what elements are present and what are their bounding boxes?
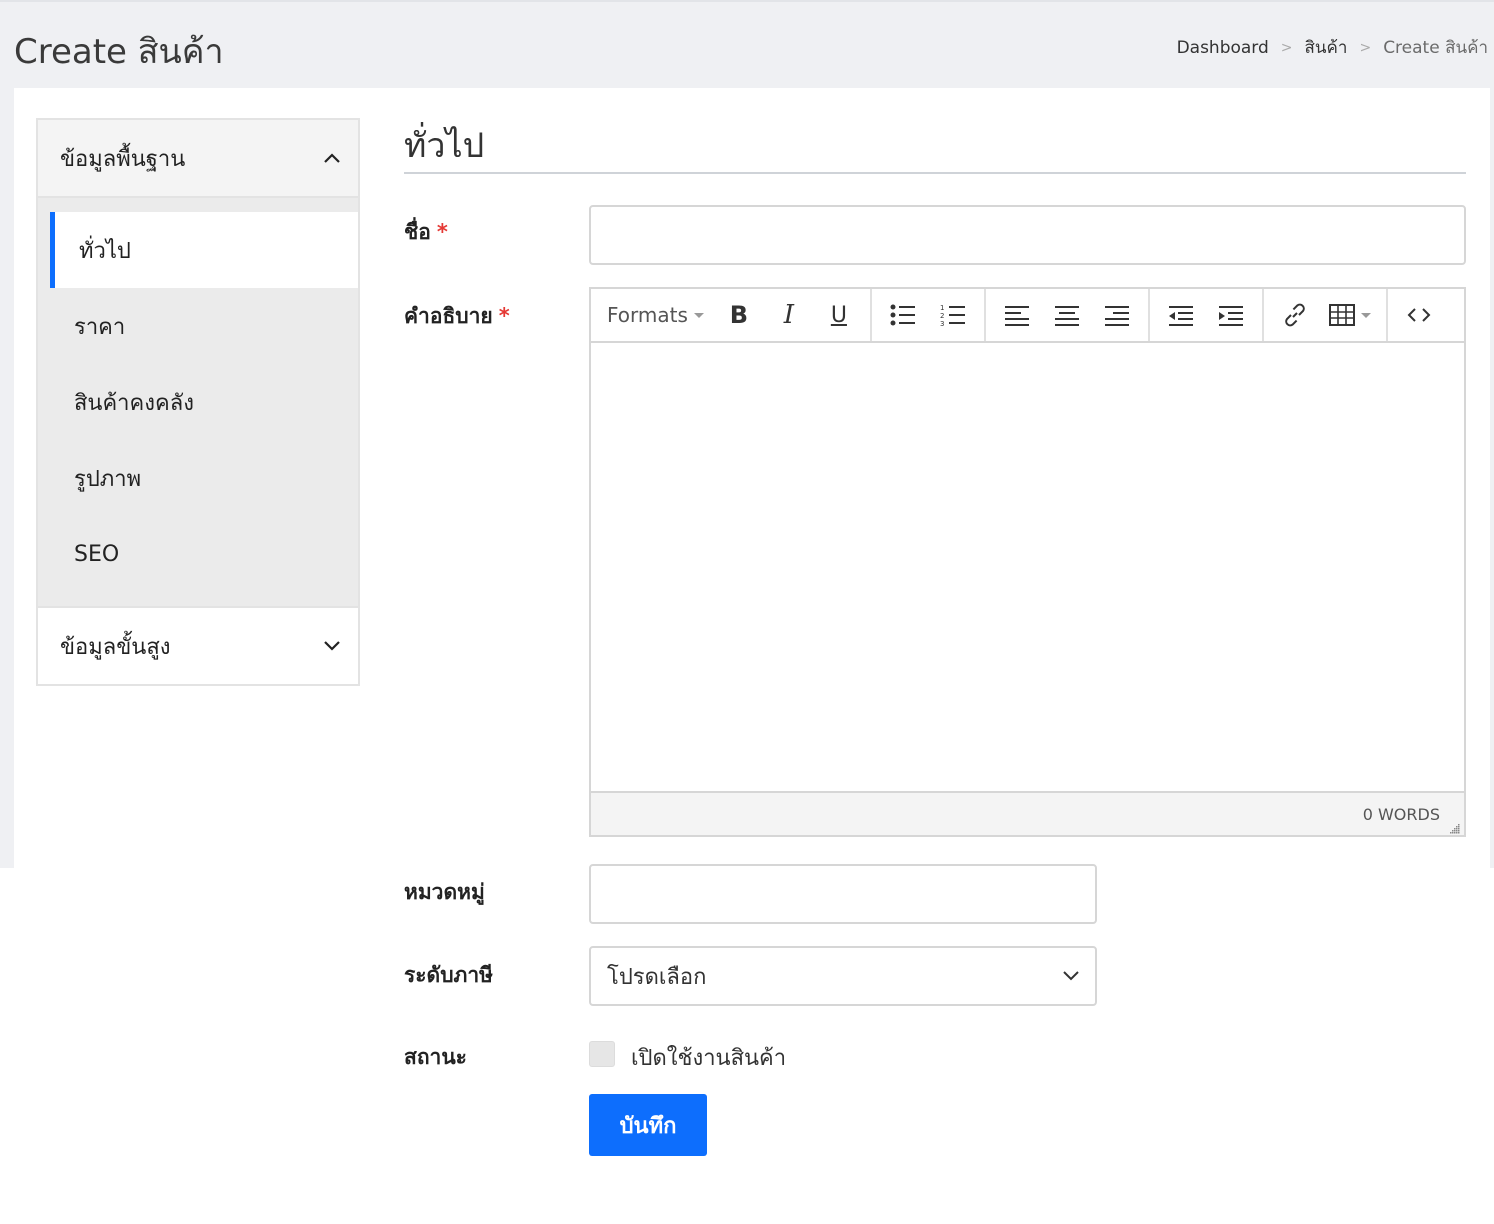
save-button[interactable]: บันทึก [589,1094,707,1156]
toolbar-group-align [986,289,1150,341]
editor-toolbar: Formats B I U 123 [591,289,1464,343]
category-label: หมวดหมู่ [404,880,485,904]
breadcrumb-dashboard[interactable]: Dashboard [1177,38,1269,58]
status-label: สถานะ [404,1045,467,1069]
accordion-basic-info-body: ทั่วไป ราคา สินค้าคงคลัง รูปภาพ SEO [38,198,358,606]
svg-text:2: 2 [940,312,944,320]
sidebar-item-inventory[interactable]: สินค้าคงคลัง [38,364,358,440]
source-code-icon[interactable] [1397,295,1441,335]
caret-down-icon [693,312,704,318]
tax-label: ระดับภาษี [404,963,494,987]
toolbar-group-text: Formats B I U [591,289,872,341]
resize-handle-icon[interactable] [1448,819,1460,834]
word-count: 0 WORDS [1362,804,1440,824]
chevron-up-icon [322,148,342,168]
accordion-advanced-info[interactable]: ข้อมูลขั้นสูง [38,606,358,684]
sidebar-item-label: SEO [74,541,120,567]
category-input[interactable] [589,864,1097,924]
bold-button[interactable]: B [717,295,761,335]
section-divider [404,172,1466,174]
breadcrumb-products[interactable]: สินค้า [1305,34,1348,61]
link-icon[interactable] [1273,295,1317,335]
description-label-text: คำอธิบาย [404,304,493,328]
chevron-down-icon [322,636,342,656]
sidebar-item-label: ทั่วไป [79,238,131,264]
underline-button[interactable]: U [817,295,861,335]
toolbar-group-lists: 123 [872,289,986,341]
section-title: ทั่วไป [404,126,485,166]
tax-select[interactable]: โปรดเลือก [589,946,1097,1006]
description-label: คำอธิบาย * [404,300,510,333]
align-left-icon[interactable] [995,295,1039,335]
sidebar-item-seo[interactable]: SEO [38,516,358,592]
svg-text:3: 3 [940,320,944,327]
svg-text:1: 1 [940,304,944,312]
numbered-list-icon[interactable]: 123 [931,295,975,335]
breadcrumb-current: Create สินค้า [1383,38,1488,58]
editor-statusbar: 0 WORDS [591,791,1464,835]
sidebar-item-label: สินค้าคงคลัง [74,390,194,416]
italic-button[interactable]: I [767,295,811,335]
align-right-icon[interactable] [1095,295,1139,335]
table-icon[interactable] [1323,295,1377,335]
outdent-icon[interactable] [1159,295,1203,335]
sidebar-item-label: ราคา [74,314,126,340]
sidebar-item-label: รูปภาพ [74,466,142,492]
formats-label: Formats [607,303,688,327]
name-label: ชื่อ * [404,216,448,249]
sidebar-item-general[interactable]: ทั่วไป [50,212,358,288]
status-checkbox-label[interactable]: เปิดใช้งานสินค้า [631,1040,786,1075]
bullet-list-icon[interactable] [881,295,925,335]
breadcrumb: Dashboard > สินค้า > Create สินค้า [1177,34,1488,61]
breadcrumb-separator: > [1280,39,1293,56]
chevron-down-icon [1061,966,1081,986]
status-checkbox[interactable] [589,1041,615,1067]
sidebar-item-images[interactable]: รูปภาพ [38,440,358,516]
accordion-basic-info-label: ข้อมูลพื้นฐาน [60,146,186,172]
top-border [0,0,1494,2]
sidebar-item-price[interactable]: ราคา [38,288,358,364]
accordion-basic-info[interactable]: ข้อมูลพื้นฐาน [38,120,358,198]
sidebar-nav: ข้อมูลพื้นฐาน ทั่วไป ราคา สินค้าคงคลัง ร… [36,118,360,686]
required-mark: * [436,220,448,244]
toolbar-group-code [1388,289,1450,341]
editor-content-area[interactable] [591,343,1464,793]
toolbar-group-insert [1264,289,1388,341]
name-input[interactable] [589,205,1466,265]
accordion-advanced-info-label: ข้อมูลขั้นสูง [60,634,171,660]
tax-select-value: โปรดเลือก [607,964,707,990]
page-title: Create สินค้า [14,32,224,72]
toolbar-group-indent [1150,289,1264,341]
name-label-text: ชื่อ [404,220,431,244]
caret-down-icon [1360,312,1371,318]
breadcrumb-separator: > [1359,39,1372,56]
required-mark: * [498,304,510,328]
align-center-icon[interactable] [1045,295,1089,335]
description-editor: Formats B I U 123 0 WORDS [589,287,1466,837]
indent-icon[interactable] [1209,295,1253,335]
formats-dropdown[interactable]: Formats [597,303,714,327]
